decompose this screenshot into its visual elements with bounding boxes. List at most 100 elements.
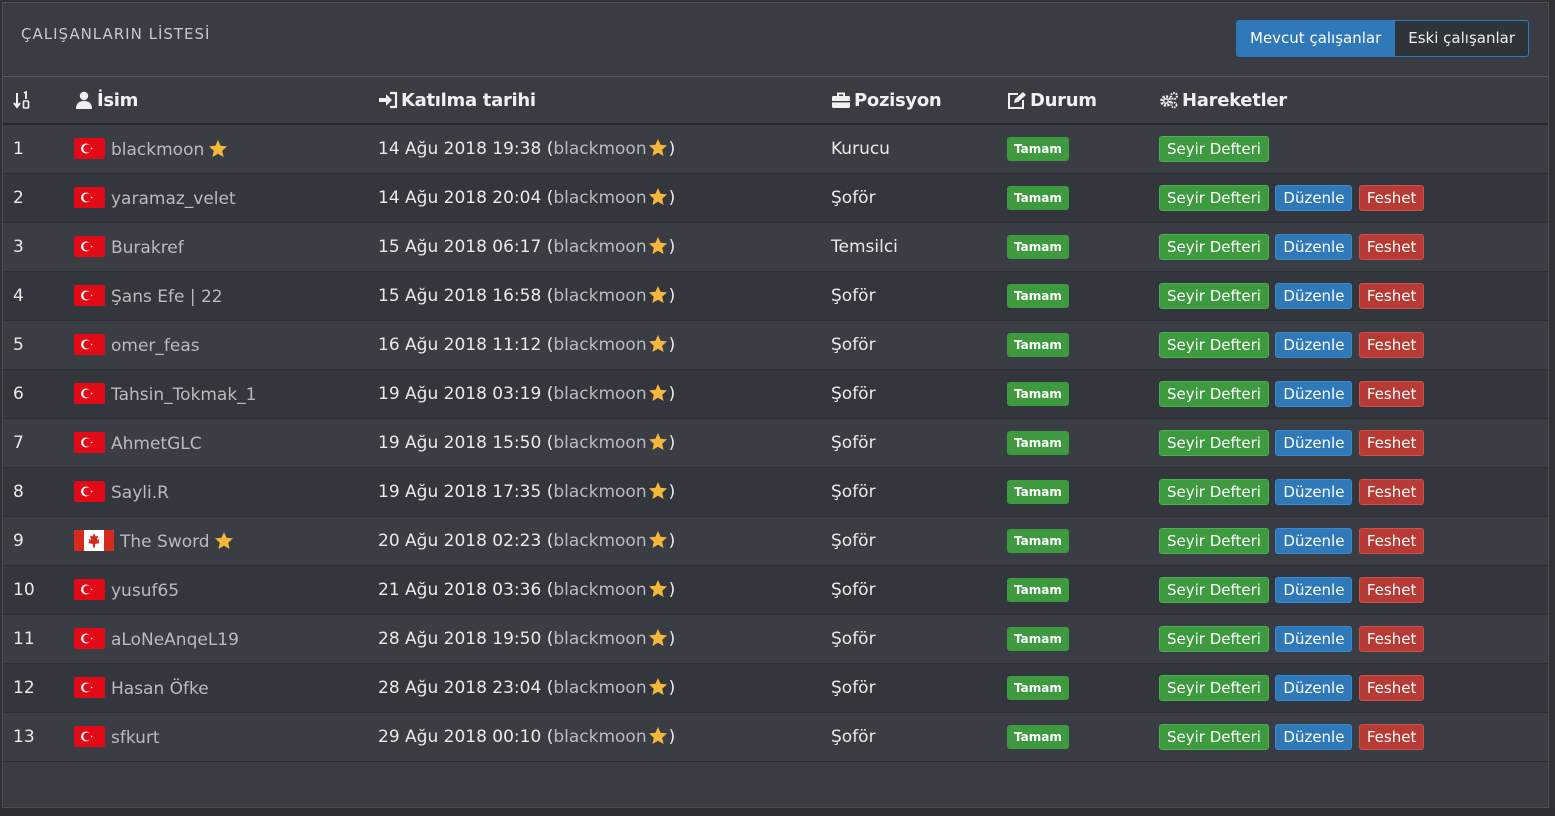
logbook-button[interactable]: Seyir Defteri: [1159, 576, 1269, 603]
joined-date: 19 Ağu 2018 17:35 (: [378, 482, 554, 502]
fire-button[interactable]: Feshet: [1358, 674, 1425, 701]
column-name-label: İsim: [97, 89, 139, 111]
logbook-button[interactable]: Seyir Defteri: [1159, 723, 1269, 750]
logbook-button[interactable]: Seyir Defteri: [1159, 429, 1269, 456]
fire-button[interactable]: Feshet: [1358, 723, 1425, 750]
edit-button[interactable]: Düzenle: [1275, 527, 1353, 554]
joined-cell: 28 Ağu 2018 19:50 (blackmoon): [368, 614, 821, 663]
fire-button[interactable]: Feshet: [1358, 429, 1425, 456]
edit-button[interactable]: Düzenle: [1275, 429, 1353, 456]
invited-by-link[interactable]: blackmoon: [553, 482, 646, 502]
logbook-button[interactable]: Seyir Defteri: [1159, 625, 1269, 652]
status-cell: Tamam: [997, 516, 1154, 565]
invited-by-link[interactable]: blackmoon: [553, 580, 646, 600]
status-badge: Tamam: [1007, 479, 1069, 504]
employee-cell: The Sword: [64, 516, 368, 565]
logbook-button[interactable]: Seyir Defteri: [1159, 674, 1269, 701]
status-cell: Tamam: [997, 369, 1154, 418]
edit-button[interactable]: Düzenle: [1275, 723, 1353, 750]
edit-button[interactable]: Düzenle: [1275, 233, 1353, 260]
row-number: 11: [13, 628, 35, 649]
employee-name-link[interactable]: omer_feas: [111, 336, 200, 356]
logbook-button[interactable]: Seyir Defteri: [1159, 380, 1269, 407]
employee-cell: AhmetGLC: [64, 418, 368, 467]
invited-by-link[interactable]: blackmoon: [553, 531, 646, 551]
table-row: 13 sfkurt 29 Ağu 2018 00:10 (blackmoon) …: [3, 712, 1548, 761]
edit-button[interactable]: Düzenle: [1275, 674, 1353, 701]
employee-name-link[interactable]: Sayli.R: [111, 483, 169, 503]
invited-by-link[interactable]: blackmoon: [553, 384, 646, 404]
edit-button[interactable]: Düzenle: [1275, 478, 1353, 505]
employee-cell: Hasan Öfke: [64, 663, 368, 712]
star-slot: [210, 531, 234, 552]
edit-button[interactable]: Düzenle: [1275, 331, 1353, 358]
fire-button[interactable]: Feshet: [1358, 478, 1425, 505]
invited-by-link[interactable]: blackmoon: [553, 335, 646, 355]
edit-button[interactable]: Düzenle: [1275, 184, 1353, 211]
invited-by-link[interactable]: blackmoon: [553, 188, 646, 208]
joined-cell: 14 Ağu 2018 20:04 (blackmoon): [368, 173, 821, 222]
status-badge: Tamam: [1007, 136, 1069, 161]
logbook-button[interactable]: Seyir Defteri: [1159, 478, 1269, 505]
turkey-flag: [74, 333, 105, 355]
fire-button[interactable]: Feshet: [1358, 184, 1425, 211]
employee-name-link[interactable]: Tahsin_Tokmak_1: [111, 385, 257, 405]
invited-by-link[interactable]: blackmoon: [553, 237, 646, 257]
invited-by-link[interactable]: blackmoon: [553, 286, 646, 306]
joined-close-paren: ): [668, 727, 676, 747]
logbook-button[interactable]: Seyir Defteri: [1159, 331, 1269, 358]
logbook-button[interactable]: Seyir Defteri: [1159, 233, 1269, 260]
employee-name-link[interactable]: AhmetGLC: [111, 434, 202, 454]
fire-button[interactable]: Feshet: [1358, 527, 1425, 554]
logbook-button[interactable]: Seyir Defteri: [1159, 527, 1269, 554]
tab-former-employees[interactable]: Eski çalışanlar: [1395, 20, 1529, 57]
employee-name-link[interactable]: Burakref: [111, 238, 184, 258]
edit-button[interactable]: Düzenle: [1275, 576, 1353, 603]
column-joined-label: Katılma tarihi: [401, 89, 536, 111]
fire-button[interactable]: Feshet: [1358, 380, 1425, 407]
employee-name-link[interactable]: Şans Efe | 22: [111, 287, 223, 307]
logbook-button[interactable]: Seyir Defteri: [1159, 184, 1269, 211]
invited-by-link[interactable]: blackmoon: [553, 139, 646, 159]
invited-by-link[interactable]: blackmoon: [553, 433, 646, 453]
edit-button[interactable]: Düzenle: [1275, 380, 1353, 407]
turkey-flag: [74, 431, 105, 453]
invited-by-link[interactable]: blackmoon: [553, 678, 646, 698]
fire-button[interactable]: Feshet: [1358, 233, 1425, 260]
fire-button[interactable]: Feshet: [1358, 282, 1425, 309]
row-number: 2: [13, 187, 24, 208]
star-icon: [648, 482, 667, 499]
column-joined[interactable]: Katılma tarihi: [368, 77, 821, 124]
invited-by-link[interactable]: blackmoon: [553, 727, 646, 747]
logbook-button[interactable]: Seyir Defteri: [1159, 282, 1269, 309]
column-position[interactable]: Pozisyon: [821, 77, 997, 124]
row-number: 7: [13, 432, 24, 453]
invited-by-link[interactable]: blackmoon: [553, 629, 646, 649]
joined-close-paren: ): [668, 237, 676, 257]
employee-name-link[interactable]: aLoNeAnqeL19: [111, 630, 239, 650]
employee-name-link[interactable]: yaramaz_velet: [111, 189, 236, 209]
actions-cell: Seyir Defteri Düzenle Feshet: [1154, 565, 1548, 614]
position-cell: Şoför: [831, 432, 876, 453]
employee-name-link[interactable]: blackmoon: [111, 140, 204, 160]
status-badge: Tamam: [1007, 234, 1069, 259]
edit-button[interactable]: Düzenle: [1275, 625, 1353, 652]
row-number: 4: [13, 285, 24, 306]
fire-button[interactable]: Feshet: [1358, 625, 1425, 652]
employee-name-link[interactable]: yusuf65: [111, 581, 179, 601]
joined-date: 28 Ağu 2018 23:04 (: [378, 678, 554, 698]
fire-button[interactable]: Feshet: [1358, 331, 1425, 358]
employee-name-link[interactable]: sfkurt: [111, 728, 160, 748]
employee-name-link[interactable]: Hasan Öfke: [111, 679, 209, 699]
tab-current-employees[interactable]: Mevcut çalışanlar: [1236, 20, 1396, 57]
logbook-button[interactable]: Seyir Defteri: [1159, 135, 1269, 162]
column-name[interactable]: İsim: [64, 77, 368, 124]
joined-cell: 21 Ağu 2018 03:36 (blackmoon): [368, 565, 821, 614]
column-number-sort[interactable]: [3, 77, 64, 124]
column-actions[interactable]: Hareketler: [1154, 77, 1548, 124]
fire-button[interactable]: Feshet: [1358, 576, 1425, 603]
employee-name-link[interactable]: The Sword: [120, 532, 210, 552]
flag-icon: [74, 284, 105, 306]
column-status[interactable]: Durum: [997, 77, 1154, 124]
edit-button[interactable]: Düzenle: [1275, 282, 1353, 309]
